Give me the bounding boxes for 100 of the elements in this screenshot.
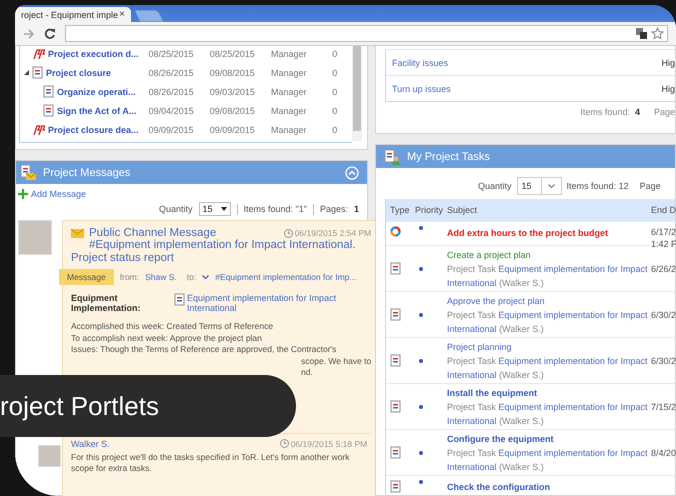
message-text-fragment: scope. We have to xyxy=(300,356,372,367)
message-text-line: Issues: Though the Terms of Reference are approved, the Contractor's xyxy=(71,344,338,356)
task-name-link[interactable]: Organize operati... xyxy=(57,86,136,96)
quantity-dropdown[interactable]: 15 xyxy=(198,202,231,216)
tasks-icon xyxy=(384,148,400,164)
task-document-icon xyxy=(390,354,401,367)
priority-dot-icon xyxy=(419,226,423,230)
recipient-link[interactable]: #Equipment implementation for Imp... xyxy=(215,272,356,282)
priority-text: Hig xyxy=(661,84,675,94)
task-description: Project Task Equipment implementation for Impact International (Walker S.) xyxy=(447,354,648,382)
end-date: 09/08/2015 xyxy=(210,106,256,116)
task-title-link[interactable]: Configure the equipment xyxy=(447,432,651,446)
task-title-link[interactable]: Check the configuration xyxy=(447,480,651,494)
column-header: Type xyxy=(389,205,411,215)
task-name-link[interactable]: Sign the Act of A... xyxy=(57,106,136,116)
reply-text: For this project we'll do the tasks specified in ToR. Let's form another work scope for extra tasks. xyxy=(71,452,351,474)
end-date: 09/03/2015 xyxy=(210,86,256,96)
star-icon[interactable] xyxy=(651,27,664,40)
new-tab-button[interactable] xyxy=(134,10,164,22)
message-subject-link[interactable]: #Equipment implementation for Impact International. Project status report xyxy=(71,239,372,265)
forward-arrow-icon[interactable] xyxy=(23,28,35,38)
project-link[interactable]: Equipment implementation for Impact International xyxy=(187,293,372,313)
end-time: 1:42 F xyxy=(651,238,676,250)
task-document-icon xyxy=(390,308,401,321)
task-document-icon xyxy=(43,104,54,117)
end-date: 8/4/20 xyxy=(651,446,676,458)
task-title-link[interactable]: Create a project plan xyxy=(447,248,651,262)
end-date: 08/25/2015 xyxy=(210,48,256,58)
end-date: 09/08/2015 xyxy=(210,68,256,78)
message-text-line: To accomplish next week: Approve the project plan xyxy=(71,332,263,344)
author-link[interactable]: Walker S. xyxy=(71,438,110,448)
quantity-dropdown[interactable]: 15 xyxy=(516,177,562,195)
items-found-text: Items found: 12 xyxy=(566,181,629,191)
role-text: Manager xyxy=(270,48,308,58)
reply-date: 06/19/2015 5:18 PM xyxy=(290,438,368,448)
tab-title: roject - Equipment imple xyxy=(21,10,118,20)
quantity-value: 15 xyxy=(202,204,213,214)
to-label: to: xyxy=(186,272,196,282)
browser-tab[interactable]: roject - Equipment imple× xyxy=(15,7,131,22)
message-type-tag: Messsage xyxy=(59,269,114,285)
message-text-line: Accomplished this week: Created Terms of Reference xyxy=(71,321,274,332)
caption-banner: roject Portlets xyxy=(0,375,296,437)
end-date: 6/30/2 xyxy=(651,308,676,320)
count-text: 0 xyxy=(332,48,338,58)
reload-icon[interactable] xyxy=(44,28,56,40)
start-date: 08/26/2015 xyxy=(148,68,195,78)
task-description: Project Task Equipment implementation for Impact International (Walker S.) xyxy=(447,400,648,428)
priority-dot-icon xyxy=(419,404,423,408)
task-document-icon xyxy=(390,446,401,459)
role-text: Manager xyxy=(270,124,308,134)
task-name-link[interactable]: Project closure dea... xyxy=(48,124,139,134)
pages-label: Page xyxy=(654,107,675,117)
add-message-link[interactable]: Add Message xyxy=(31,189,86,199)
expanded-triangle-icon[interactable] xyxy=(24,70,29,75)
task-description: Project Task Equipment implementation for Impact International (Walker S.) xyxy=(447,308,648,336)
start-date: 08/25/2015 xyxy=(148,48,195,58)
priority-dot-icon xyxy=(419,266,423,270)
role-text: Manager xyxy=(271,86,308,96)
chevron-down-icon[interactable] xyxy=(202,274,210,280)
start-date: 09/04/2015 xyxy=(148,106,195,116)
column-header: Priority xyxy=(414,205,444,215)
count-text: 0 xyxy=(332,68,338,78)
issue-link[interactable]: Facility issues xyxy=(392,58,448,68)
pages-label: Page xyxy=(640,181,661,191)
chevron-down-icon xyxy=(548,184,555,188)
end-date: 6/30/2 xyxy=(651,354,676,366)
pages-label: Pages: xyxy=(320,204,348,214)
task-document-icon xyxy=(390,480,401,493)
collapse-icon[interactable] xyxy=(345,166,359,180)
envelope-icon xyxy=(71,228,84,238)
task-title-link[interactable]: Project planning xyxy=(447,340,651,354)
count-text: 0 xyxy=(332,86,338,96)
task-title-link[interactable]: Add extra hours to the project budget xyxy=(447,226,651,240)
items-found-label: Items found: xyxy=(580,107,630,117)
column-header: End D xyxy=(651,204,676,216)
end-date: 09/09/2015 xyxy=(210,124,256,134)
panel-title: Project Messages xyxy=(43,166,130,178)
task-name-link[interactable]: Project execution d... xyxy=(48,48,139,58)
priority-dot-icon xyxy=(419,450,423,454)
avatar-photo-placeholder xyxy=(38,444,61,466)
task-title-link[interactable]: Approve the project plan xyxy=(447,294,651,308)
plus-icon[interactable] xyxy=(18,189,28,199)
issue-link[interactable]: Turn up issues xyxy=(392,84,451,94)
clock-icon xyxy=(280,439,289,448)
tab-close-button[interactable]: × xyxy=(119,9,125,20)
task-description: Project Task Equipment implementation for Impact International (Walker S.) xyxy=(447,446,648,474)
items-found-count: 4 xyxy=(634,107,640,117)
from-label: from: xyxy=(120,272,140,282)
priority-dot-icon xyxy=(419,480,423,484)
quantity-value: 15 xyxy=(518,178,542,194)
ring-icon xyxy=(390,226,401,237)
task-title-link[interactable]: Install the equipment xyxy=(447,386,651,400)
messages-icon xyxy=(20,164,36,180)
field-label: Equipment Implementation: xyxy=(71,293,142,313)
sender-link[interactable]: Shaw S. xyxy=(145,272,177,282)
task-document-icon xyxy=(32,66,43,79)
message-title-link[interactable]: Public Channel Message xyxy=(89,227,216,239)
scrollbar-thumb[interactable] xyxy=(353,46,361,131)
count-text: 0 xyxy=(332,106,338,116)
task-name-link[interactable]: Project closure xyxy=(46,68,112,78)
